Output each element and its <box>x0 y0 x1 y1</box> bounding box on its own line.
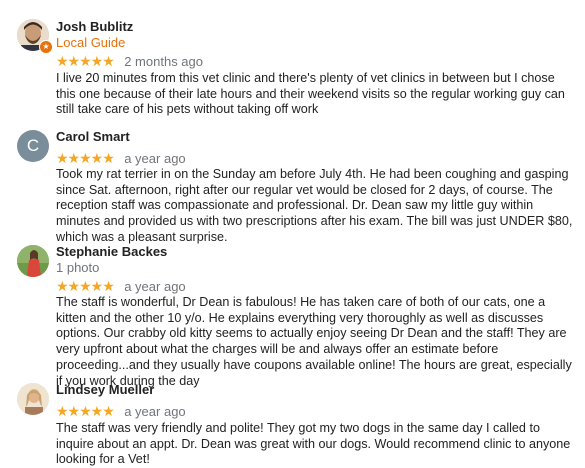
star-rating: ★★★★★ <box>56 150 115 167</box>
reviewer-name[interactable]: Josh Bublitz <box>56 19 133 34</box>
rating-row: ★★★★★ a year ago <box>56 403 186 420</box>
review-date: a year ago <box>124 151 186 167</box>
avatar[interactable] <box>17 383 49 415</box>
reviewer-name[interactable]: Carol Smart <box>56 129 130 144</box>
review-date: 2 months ago <box>124 54 203 70</box>
rating-row: ★★★★★ a year ago <box>56 150 186 167</box>
avatar[interactable]: ★ <box>17 19 53 54</box>
avatar[interactable]: C <box>17 130 49 162</box>
avatar-initial: C <box>26 136 40 155</box>
review-text: The staff is wonderful, Dr Dean is fabul… <box>56 295 572 388</box>
review-text: Took my rat terrier in on the Sunday am … <box>56 167 573 244</box>
reviewer-name[interactable]: Lindsey Mueller <box>56 382 154 397</box>
photo-count[interactable]: 1 photo <box>56 260 99 275</box>
local-guide-label[interactable]: Local Guide <box>56 35 125 50</box>
review-date: a year ago <box>124 404 186 420</box>
review-text: I live 20 minutes from this vet clinic a… <box>56 71 565 117</box>
star-rating: ★★★★★ <box>56 53 115 70</box>
star-icon: ★ <box>39 40 53 54</box>
star-rating: ★★★★★ <box>56 403 115 420</box>
reviewer-name[interactable]: Stephanie Backes <box>56 244 167 259</box>
rating-row: ★★★★★ a year ago <box>56 278 186 295</box>
star-rating: ★★★★★ <box>56 278 115 295</box>
review-date: a year ago <box>124 279 186 295</box>
review-text: The staff was very friendly and polite! … <box>56 421 571 467</box>
rating-row: ★★★★★ 2 months ago <box>56 53 203 70</box>
avatar[interactable] <box>17 245 49 277</box>
